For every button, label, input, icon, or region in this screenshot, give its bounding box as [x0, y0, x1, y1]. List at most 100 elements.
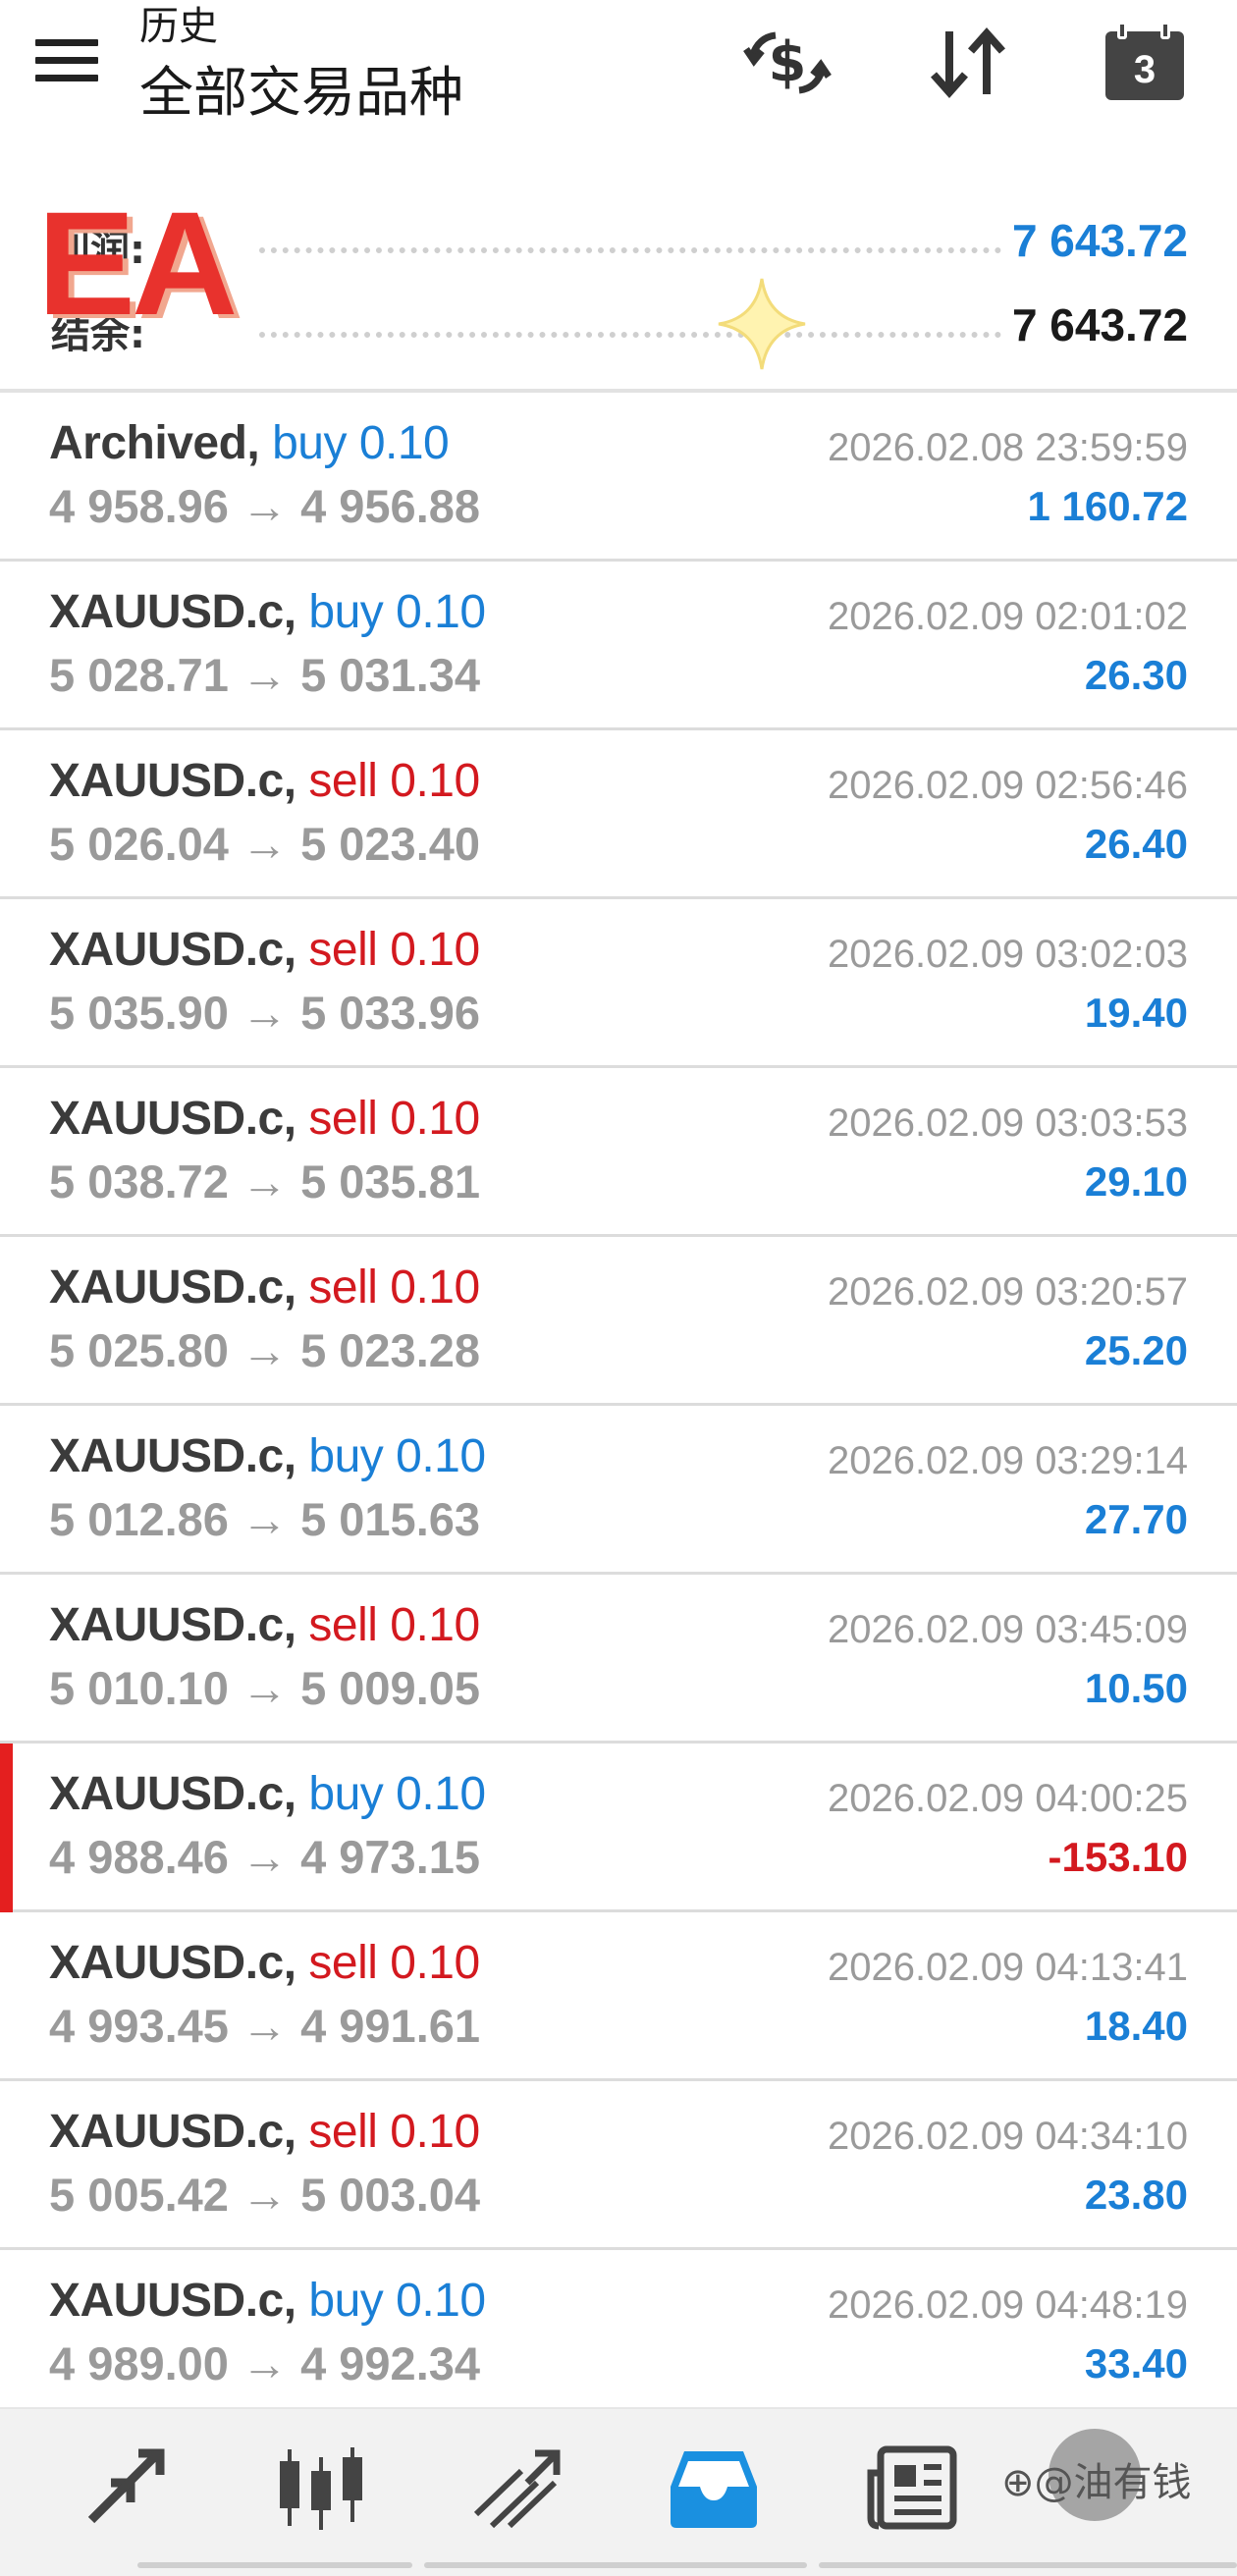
trade-time: 2026.02.09 02:56:46	[827, 764, 1188, 807]
close-price: 5 033.96	[300, 987, 481, 1039]
trade-prices: 5 012.86 → 5 015.63	[49, 1492, 480, 1546]
trade-prices: 5 035.90 → 5 033.96	[49, 986, 480, 1040]
calendar-icon[interactable]: 3	[1102, 20, 1186, 102]
trade-title: XAUUSD.c, sell 0.10	[49, 923, 480, 977]
trade-row[interactable]: XAUUSD.c, buy 0.10 5 012.86 → 5 015.63 202…	[0, 1406, 1237, 1575]
trade-row[interactable]: XAUUSD.c, sell 0.10 4 993.45 → 4 991.61 20…	[0, 1912, 1237, 2081]
bottom-navigation: ⊕@油有钱	[0, 2407, 1237, 2576]
arrow-right-icon: →	[242, 2337, 289, 2389]
trade-title: XAUUSD.c, sell 0.10	[49, 2105, 480, 2159]
trade-profit: 19.40	[1084, 990, 1188, 1036]
trade-profit: -153.10	[1048, 1834, 1188, 1880]
trade-symbol: XAUUSD.c,	[49, 924, 296, 976]
trade-title: XAUUSD.c, sell 0.10	[49, 1261, 480, 1315]
trade-symbol: XAUUSD.c,	[49, 1768, 296, 1820]
history-inbox-icon[interactable]	[660, 2439, 768, 2537]
symbol-filter-title[interactable]: 全部交易品种	[139, 53, 463, 132]
trade-row[interactable]: XAUUSD.c, sell 0.10 5 025.80 → 5 023.28 20…	[0, 1237, 1237, 1406]
arrow-right-icon: →	[242, 649, 289, 701]
dotted-leader	[259, 332, 1001, 338]
trade-symbol: XAUUSD.c,	[49, 1937, 296, 1989]
trade-prices: 5 028.71 → 5 031.34	[49, 648, 480, 702]
quotes-arrows-icon[interactable]	[71, 2439, 179, 2537]
trade-symbol: XAUUSD.c,	[49, 1093, 296, 1145]
balance-value: 7 643.72	[1011, 299, 1188, 350]
trade-time: 2026.02.09 02:01:02	[827, 595, 1188, 638]
nav-underline	[424, 2562, 807, 2568]
trade-row[interactable]: XAUUSD.c, buy 0.10 4 988.46 → 4 973.15 202…	[0, 1744, 1237, 1912]
trade-symbol: XAUUSD.c,	[49, 1261, 296, 1314]
app-header: 历史 全部交易品种 $ 3	[0, 0, 1237, 147]
trade-title: XAUUSD.c, sell 0.10	[49, 1936, 480, 1990]
trade-row[interactable]: Archived, buy 0.10 4 958.96 → 4 956.88 202…	[0, 393, 1237, 562]
trade-side: buy 0.10	[308, 1430, 486, 1482]
nav-underline	[819, 2562, 1237, 2568]
trade-row[interactable]: XAUUSD.c, buy 0.10 5 028.71 → 5 031.34 202…	[0, 562, 1237, 730]
trade-profit: 18.40	[1084, 2003, 1188, 2049]
candlestick-chart-icon[interactable]	[267, 2439, 375, 2537]
ea-logo-overlay: EA	[37, 181, 238, 346]
watermark-text: ⊕@油有钱	[1001, 2460, 1192, 2505]
trade-side: buy 0.10	[308, 2275, 486, 2327]
close-price: 5 023.40	[300, 818, 481, 870]
arrow-right-icon: →	[242, 2000, 289, 2052]
page-title: 历史	[139, 4, 218, 49]
trade-row[interactable]: XAUUSD.c, sell 0.10 5 005.42 → 5 003.04 20…	[0, 2081, 1237, 2250]
trade-profit: 26.30	[1084, 652, 1188, 698]
trade-title: XAUUSD.c, sell 0.10	[49, 754, 480, 808]
trade-prices: 4 958.96 → 4 956.88	[49, 479, 480, 533]
trade-time: 2026.02.09 03:45:09	[827, 1608, 1188, 1651]
arrow-right-icon: →	[242, 1493, 289, 1545]
trade-side: sell 0.10	[308, 1261, 480, 1314]
trade-side: buy 0.10	[272, 417, 450, 469]
trade-side: buy 0.10	[308, 586, 486, 638]
arrow-right-icon: →	[242, 1831, 289, 1883]
menu-icon[interactable]	[35, 39, 98, 88]
trade-time: 2026.02.09 04:48:19	[827, 2283, 1188, 2327]
profit-value: 7 643.72	[1011, 215, 1188, 266]
trade-prices: 4 988.46 → 4 973.15	[49, 1830, 480, 1884]
trade-row[interactable]: XAUUSD.c, sell 0.10 5 026.04 → 5 023.40 20…	[0, 730, 1237, 899]
trade-prices: 5 026.04 → 5 023.40	[49, 817, 480, 871]
trade-row[interactable]: XAUUSD.c, buy 0.10 4 989.00 → 4 992.34 202…	[0, 2250, 1237, 2419]
trade-symbol: XAUUSD.c,	[49, 2275, 296, 2327]
trade-time: 2026.02.09 04:00:25	[827, 1777, 1188, 1820]
trade-profit: 10.50	[1084, 1665, 1188, 1711]
trade-time: 2026.02.08 23:59:59	[827, 426, 1188, 469]
trade-title: XAUUSD.c, buy 0.10	[49, 1767, 486, 1821]
open-price: 5 038.72	[49, 1155, 229, 1208]
open-price: 4 989.00	[49, 2337, 229, 2389]
trade-row[interactable]: XAUUSD.c, sell 0.10 5 035.90 → 5 033.96 20…	[0, 899, 1237, 1068]
trade-prices: 4 993.45 → 4 991.61	[49, 1999, 480, 2053]
arrow-right-icon: →	[242, 480, 289, 532]
currency-exchange-icon[interactable]: $	[738, 22, 836, 104]
trade-title: Archived, buy 0.10	[49, 416, 450, 470]
news-icon[interactable]	[858, 2439, 966, 2537]
trade-row[interactable]: XAUUSD.c, sell 0.10 5 038.72 → 5 035.81 20…	[0, 1068, 1237, 1237]
open-price: 5 005.42	[49, 2169, 229, 2221]
open-price: 5 028.71	[49, 649, 229, 701]
trade-prices: 5 005.42 → 5 003.04	[49, 2168, 480, 2222]
trade-time: 2026.02.09 03:03:53	[827, 1101, 1188, 1145]
open-price: 5 025.80	[49, 1324, 229, 1376]
trade-side: sell 0.10	[308, 924, 480, 976]
trade-title: XAUUSD.c, sell 0.10	[49, 1092, 480, 1146]
sort-arrows-icon[interactable]	[919, 22, 1017, 104]
trend-lines-icon[interactable]	[463, 2439, 571, 2537]
trade-profit: 27.70	[1084, 1496, 1188, 1542]
arrow-right-icon: →	[242, 1324, 289, 1376]
trade-history-list[interactable]: Archived, buy 0.10 4 958.96 → 4 956.88 202…	[0, 393, 1237, 2419]
close-price: 4 973.15	[300, 1831, 481, 1883]
trade-prices: 5 025.80 → 5 023.28	[49, 1323, 480, 1377]
trade-time: 2026.02.09 04:13:41	[827, 1946, 1188, 1989]
svg-text:$: $	[769, 30, 807, 94]
trade-side: sell 0.10	[308, 1093, 480, 1145]
close-price: 4 992.34	[300, 2337, 481, 2389]
close-price: 5 031.34	[300, 649, 481, 701]
trade-title: XAUUSD.c, buy 0.10	[49, 2274, 486, 2328]
trade-row[interactable]: XAUUSD.c, sell 0.10 5 010.10 → 5 009.05 20…	[0, 1575, 1237, 1744]
close-price: 5 015.63	[300, 1493, 481, 1545]
trade-side: sell 0.10	[308, 1937, 480, 1989]
trade-profit: 29.10	[1084, 1158, 1188, 1205]
trade-time: 2026.02.09 03:02:03	[827, 933, 1188, 976]
